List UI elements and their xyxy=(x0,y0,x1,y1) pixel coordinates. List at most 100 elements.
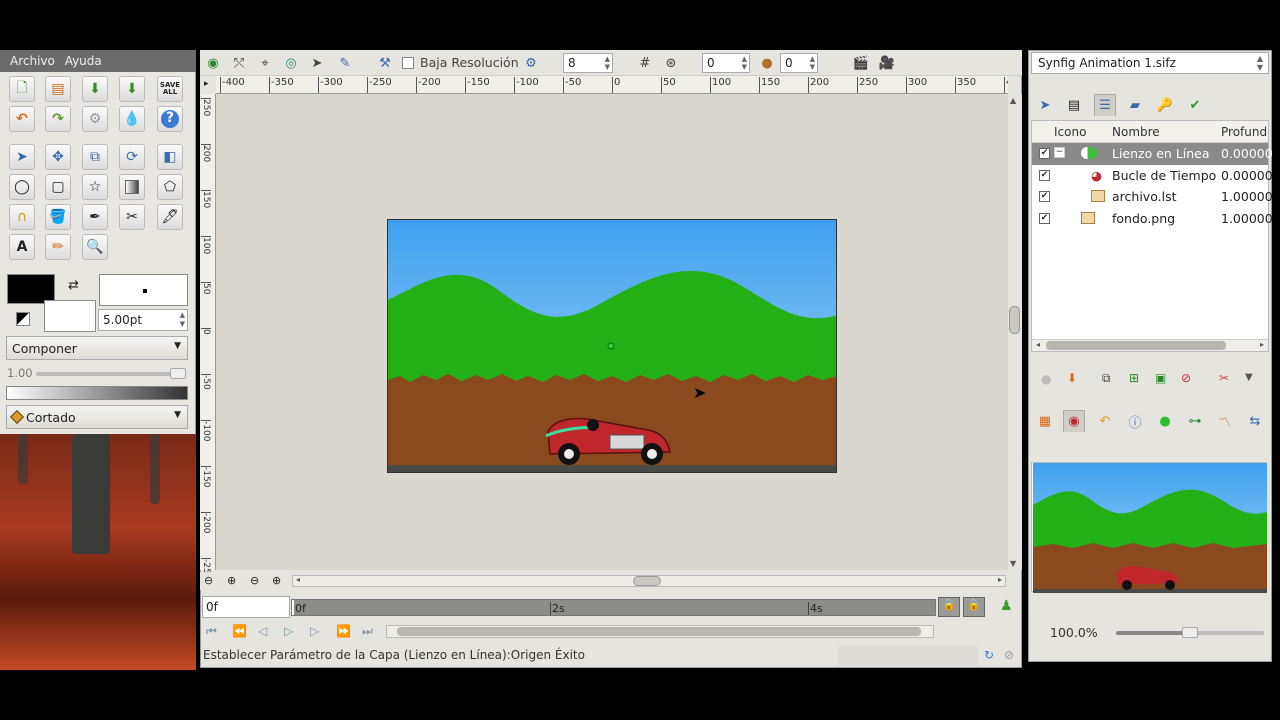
help-button[interactable]: ? xyxy=(157,106,183,132)
navigator-preview[interactable] xyxy=(1033,463,1267,593)
seek-end-icon[interactable]: ⏭ xyxy=(362,624,373,639)
encapsulate-icon[interactable]: ⊞ xyxy=(1129,371,1139,385)
keyframe-lock-future-button[interactable]: 🔒 xyxy=(963,597,985,617)
current-time-field[interactable]: 0f xyxy=(202,596,290,618)
origin-duck[interactable] xyxy=(607,342,615,350)
cut-icon[interactable]: ✂ xyxy=(1219,371,1229,385)
preview-button[interactable]: 🎬 xyxy=(852,54,870,72)
gradient-tool[interactable] xyxy=(119,174,145,200)
zoom-out-icon[interactable]: ⊖ xyxy=(204,574,213,587)
canvas-menu-caret-icon[interactable]: ▸ xyxy=(200,76,216,94)
rectangle-tool[interactable]: ▢ xyxy=(45,174,71,200)
tab-library[interactable]: ▤ xyxy=(1063,94,1085,116)
tab-canvas-browser[interactable]: ▰ xyxy=(1124,94,1146,116)
spline-tool[interactable]: ∩ xyxy=(9,204,35,230)
zoom-100-icon[interactable]: ⊕ xyxy=(272,574,281,587)
scroll-down-icon[interactable]: ▼ xyxy=(1010,559,1016,568)
snap-grid-toggle[interactable]: ⊛ xyxy=(662,54,680,72)
prev-frame-icon[interactable]: ◁ xyxy=(258,624,267,638)
next-keyframe-icon[interactable]: ⏩ xyxy=(336,624,351,638)
vscroll-thumb[interactable] xyxy=(1009,306,1020,334)
open-file-button[interactable]: ▤ xyxy=(45,76,71,102)
lower-layer-icon[interactable]: ⬇ xyxy=(1067,371,1077,385)
render-button[interactable]: 🎥 xyxy=(878,54,896,72)
tab-info[interactable]: ⓘ xyxy=(1124,410,1146,432)
raise-layer-icon[interactable]: ● xyxy=(1041,372,1051,386)
hscroll-thumb[interactable] xyxy=(633,576,661,586)
gradient-preview[interactable] xyxy=(6,386,188,400)
scroll-left-icon[interactable]: ◂ xyxy=(1036,340,1040,349)
tab-timetrack[interactable]: ⇆ xyxy=(1244,410,1266,432)
brush-size-field[interactable]: 5.00pt ▲ ▼ xyxy=(98,309,188,331)
tab-layers[interactable]: ☰ xyxy=(1094,94,1116,116)
time-cursor[interactable] xyxy=(292,600,294,615)
save-all-button[interactable]: SAVE ALL xyxy=(157,76,183,102)
interpolation-select[interactable]: Cortado ▼ xyxy=(6,405,188,429)
tab-params[interactable]: ➤ xyxy=(1034,94,1056,116)
delete-layer-icon[interactable]: ⊘ xyxy=(1181,371,1191,385)
layer-row[interactable]: ✔ ◕ Bucle de Tiempo 0.00000 xyxy=(1032,165,1273,187)
show-handles-toggle[interactable]: ◉ xyxy=(204,54,222,72)
scroll-right-icon[interactable]: ▸ xyxy=(998,575,1002,584)
tab-palette[interactable]: ▦ xyxy=(1034,410,1056,432)
new-file-button[interactable]: 🗋 xyxy=(9,76,35,102)
fill-tool[interactable]: 🪣 xyxy=(45,204,71,230)
duplicate-layer-icon[interactable]: ⧉ xyxy=(1102,371,1111,386)
undo-button[interactable]: ↶ xyxy=(9,106,35,132)
tab-children[interactable]: ⊶ xyxy=(1184,410,1206,432)
toggle-bone-ducks[interactable]: ⚒ xyxy=(376,54,394,72)
toggle-radius-ducks[interactable]: ◎ xyxy=(282,54,300,72)
star-tool[interactable]: ☆ xyxy=(82,174,108,200)
column-header-icon[interactable]: Icono xyxy=(1054,125,1086,139)
toggle-tangent-ducks[interactable]: ➤ xyxy=(308,54,326,72)
next-frame-icon[interactable]: ▷ xyxy=(310,624,319,638)
brush-size-spin-icon[interactable]: ▲ ▼ xyxy=(180,311,185,329)
tab-keyframes[interactable]: 🔑 xyxy=(1154,94,1176,116)
transform-tool[interactable]: ➤ xyxy=(9,144,35,170)
menu-ayuda[interactable]: Ayuda xyxy=(65,54,102,68)
layer-row[interactable]: ✔ archivo.lst 1.00000 xyxy=(1032,186,1273,208)
mirror-tool[interactable]: ◧ xyxy=(157,144,183,170)
select-all-icon[interactable]: ▣ xyxy=(1155,371,1166,385)
blend-method-select[interactable]: Componer ▼ xyxy=(6,336,188,360)
layer-enabled-checkbox[interactable]: ✔ xyxy=(1039,148,1050,159)
layer-enabled-checkbox[interactable]: ✔ xyxy=(1039,212,1050,224)
zoom-tool[interactable]: 🔍 xyxy=(82,234,108,260)
sketch-tool[interactable]: ✏ xyxy=(45,234,71,260)
low-res-checkbox[interactable] xyxy=(402,57,414,69)
keyframe-lock-past-button[interactable]: 🔒 xyxy=(938,597,960,617)
menu-archivo[interactable]: Archivo xyxy=(10,54,55,68)
fill-color-swatch[interactable] xyxy=(44,300,96,332)
reset-colors-icon[interactable] xyxy=(16,312,30,326)
column-header-name[interactable]: Nombre xyxy=(1112,125,1160,139)
circle-tool[interactable]: ◯ xyxy=(9,174,35,200)
hscroll-track[interactable]: ◂ ▸ xyxy=(292,575,1006,587)
scroll-right-icon[interactable]: ▸ xyxy=(1260,340,1264,349)
zoom-in-icon[interactable]: ⊕ xyxy=(227,574,236,587)
layer-enabled-checkbox[interactable]: ✔ xyxy=(1039,191,1050,202)
layer-row[interactable]: ✔ fondo.png 1.00000 xyxy=(1032,208,1273,230)
rotate-tool[interactable]: ⟳ xyxy=(119,144,145,170)
scroll-left-icon[interactable]: ◂ xyxy=(296,575,300,584)
layer-row[interactable]: ✔ − Lienzo en Línea 0.00000 xyxy=(1032,143,1273,165)
tab-navigator[interactable]: ◉ xyxy=(1063,410,1085,432)
show-grid-toggle[interactable]: # xyxy=(636,54,654,72)
save-button[interactable]: ⬇ xyxy=(82,76,108,102)
seek-begin-icon[interactable]: ⏮ xyxy=(206,624,217,639)
timeslider[interactable]: 0f 2s 4s xyxy=(291,599,936,616)
layers-hscroll-thumb[interactable] xyxy=(1046,341,1226,350)
collapse-icon[interactable]: − xyxy=(1054,147,1065,158)
scroll-up-icon[interactable]: ▲ xyxy=(1010,96,1016,105)
scene-canvas[interactable] xyxy=(387,219,837,473)
prev-keyframe-icon[interactable]: ⏪ xyxy=(232,624,247,638)
refresh-icon[interactable]: ↻ xyxy=(984,648,994,662)
timetrack-scroll-thumb[interactable] xyxy=(397,627,921,636)
toggle-vertex-ducks[interactable]: ⌖ xyxy=(256,54,274,72)
polygon-tool[interactable]: ⬠ xyxy=(157,174,183,200)
onion-past-spin[interactable]: 0 ▲ ▼ xyxy=(702,53,750,73)
text-tool[interactable]: A xyxy=(9,234,35,260)
toggle-angle-ducks[interactable]: ✎ xyxy=(336,54,354,72)
timetrack-scroll[interactable] xyxy=(386,625,934,638)
cutout-tool[interactable]: ✂ xyxy=(119,204,145,230)
layer-enabled-checkbox[interactable]: ✔ xyxy=(1039,169,1050,181)
